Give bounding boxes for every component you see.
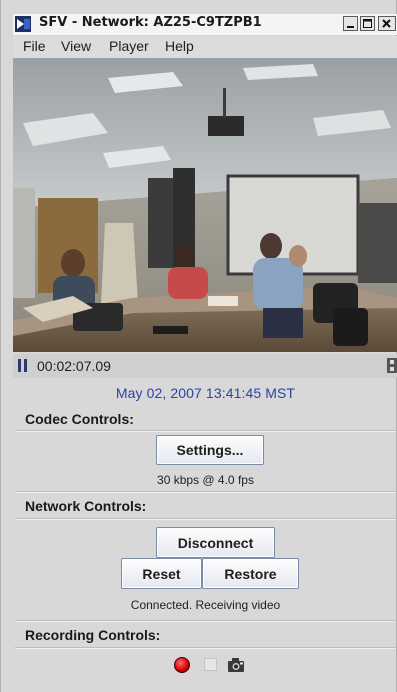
reset-button[interactable]: Reset (121, 558, 202, 589)
window-title: SFV - Network: AZ25-C9TZPB1 (39, 15, 262, 30)
recording-controls-title: Recording Controls: (25, 627, 161, 643)
network-bottom-divider (15, 620, 396, 622)
record-icon[interactable] (174, 657, 190, 673)
restore-button[interactable]: Restore (202, 558, 299, 589)
settings-button[interactable]: Settings... (156, 435, 264, 465)
sfv-app-icon (15, 16, 31, 32)
maximize-icon (363, 19, 372, 28)
pause-icon[interactable] (17, 359, 29, 372)
codec-bitrate: 30 kbps @ 4.0 fps (157, 473, 254, 487)
codec-divider (15, 430, 396, 432)
network-controls-title: Network Controls: (25, 498, 147, 514)
maximize-button[interactable] (360, 16, 375, 31)
codec-controls-title: Codec Controls: (25, 411, 134, 427)
playback-bar: 00:02:07.09 (13, 354, 397, 378)
minimize-icon (347, 26, 354, 28)
menu-player[interactable]: Player (109, 38, 149, 54)
film-icon[interactable] (387, 358, 397, 373)
stop-icon[interactable] (204, 658, 217, 671)
network-divider (15, 518, 396, 520)
menu-file[interactable]: File (23, 38, 46, 54)
close-icon (382, 19, 391, 28)
capture-datetime: May 02, 2007 13:41:45 MST (115, 385, 296, 401)
recording-divider (15, 647, 396, 649)
minimize-button[interactable] (343, 16, 358, 31)
title-bar[interactable]: SFV - Network: AZ25-C9TZPB1 (13, 14, 397, 35)
network-status: Connected. Receiving video (130, 598, 281, 612)
menu-help[interactable]: Help (165, 38, 194, 54)
menu-bar: File View Player Help (13, 36, 397, 58)
video-scene (13, 58, 397, 352)
app-window: SFV - Network: AZ25-C9TZPB1 File View Pl… (0, 0, 397, 692)
video-frame[interactable] (13, 58, 397, 352)
close-button[interactable] (378, 16, 396, 31)
playback-time: 00:02:07.09 (37, 358, 111, 374)
menu-view[interactable]: View (61, 38, 91, 54)
snapshot-camera-icon[interactable] (227, 656, 245, 673)
disconnect-button[interactable]: Disconnect (156, 527, 275, 558)
codec-bottom-divider (15, 491, 396, 493)
